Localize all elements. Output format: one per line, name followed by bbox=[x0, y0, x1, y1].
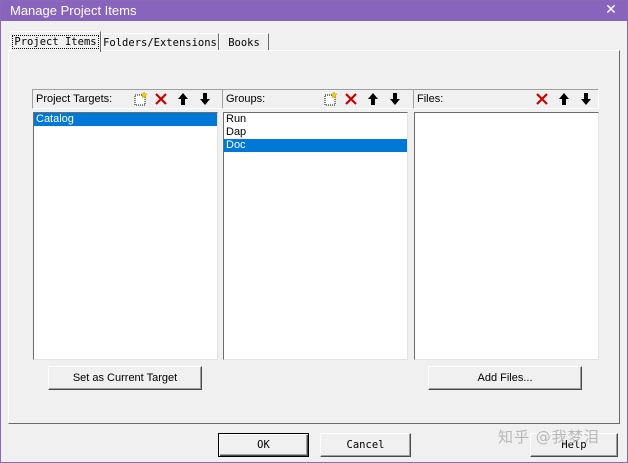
groups-label: Groups: bbox=[226, 93, 266, 105]
files-header: Files: bbox=[413, 89, 599, 109]
list-item[interactable]: Doc bbox=[224, 139, 407, 152]
files-label: Files: bbox=[417, 93, 444, 105]
move-down-file-button[interactable] bbox=[577, 91, 596, 108]
watermark-text: 知乎 @我梦泪 bbox=[498, 428, 600, 446]
new-group-button[interactable] bbox=[322, 91, 341, 108]
move-down-icon bbox=[200, 93, 210, 105]
window-title: Manage Project Items bbox=[10, 3, 137, 18]
delete-icon bbox=[155, 93, 167, 105]
tab-books[interactable]: Books bbox=[219, 33, 269, 51]
delete-group-button[interactable] bbox=[342, 91, 361, 108]
manage-project-items-dialog: Manage Project Items ✕ Project Items Fol… bbox=[0, 0, 628, 463]
list-item[interactable]: Dap bbox=[224, 126, 407, 139]
ok-button[interactable]: OK bbox=[218, 433, 309, 457]
tab-label: Project Items bbox=[12, 35, 99, 49]
project-items-panel: Project Targets: Catalog Set as Current … bbox=[8, 50, 620, 424]
tab-folders-extensions[interactable]: Folders/Extensions bbox=[101, 33, 219, 51]
add-files-button[interactable]: Add Files... bbox=[428, 366, 582, 390]
move-up-group-button[interactable] bbox=[364, 91, 383, 108]
new-icon bbox=[324, 91, 338, 106]
new-icon bbox=[134, 91, 148, 106]
list-item[interactable]: Run bbox=[224, 113, 407, 126]
move-down-icon bbox=[581, 93, 591, 105]
project-targets-header: Project Targets: bbox=[32, 89, 226, 109]
delete-icon bbox=[536, 93, 548, 105]
project-targets-list[interactable]: Catalog bbox=[33, 112, 218, 360]
close-icon[interactable]: ✕ bbox=[601, 1, 621, 19]
list-item[interactable]: Catalog bbox=[34, 113, 217, 126]
set-current-target-button[interactable]: Set as Current Target bbox=[48, 366, 202, 390]
delete-target-button[interactable] bbox=[152, 91, 171, 108]
delete-file-button[interactable] bbox=[533, 91, 552, 108]
move-down-target-button[interactable] bbox=[196, 91, 215, 108]
delete-icon bbox=[345, 93, 357, 105]
move-up-file-button[interactable] bbox=[555, 91, 574, 108]
move-down-group-button[interactable] bbox=[386, 91, 405, 108]
project-targets-label: Project Targets: bbox=[36, 93, 113, 105]
move-up-icon bbox=[559, 93, 569, 105]
tab-label: Folders/Extensions bbox=[103, 37, 217, 49]
groups-list[interactable]: Run Dap Doc bbox=[223, 112, 408, 360]
move-up-target-button[interactable] bbox=[174, 91, 193, 108]
tab-project-items[interactable]: Project Items bbox=[10, 31, 101, 52]
files-list[interactable] bbox=[414, 112, 599, 360]
move-down-icon bbox=[390, 93, 400, 105]
move-up-icon bbox=[368, 93, 378, 105]
tab-label: Books bbox=[228, 37, 260, 49]
cancel-button[interactable]: Cancel bbox=[320, 433, 411, 457]
title-bar[interactable]: Manage Project Items ✕ bbox=[1, 1, 627, 21]
move-up-icon bbox=[178, 93, 188, 105]
new-target-button[interactable] bbox=[132, 91, 151, 108]
groups-header: Groups: bbox=[222, 89, 416, 109]
